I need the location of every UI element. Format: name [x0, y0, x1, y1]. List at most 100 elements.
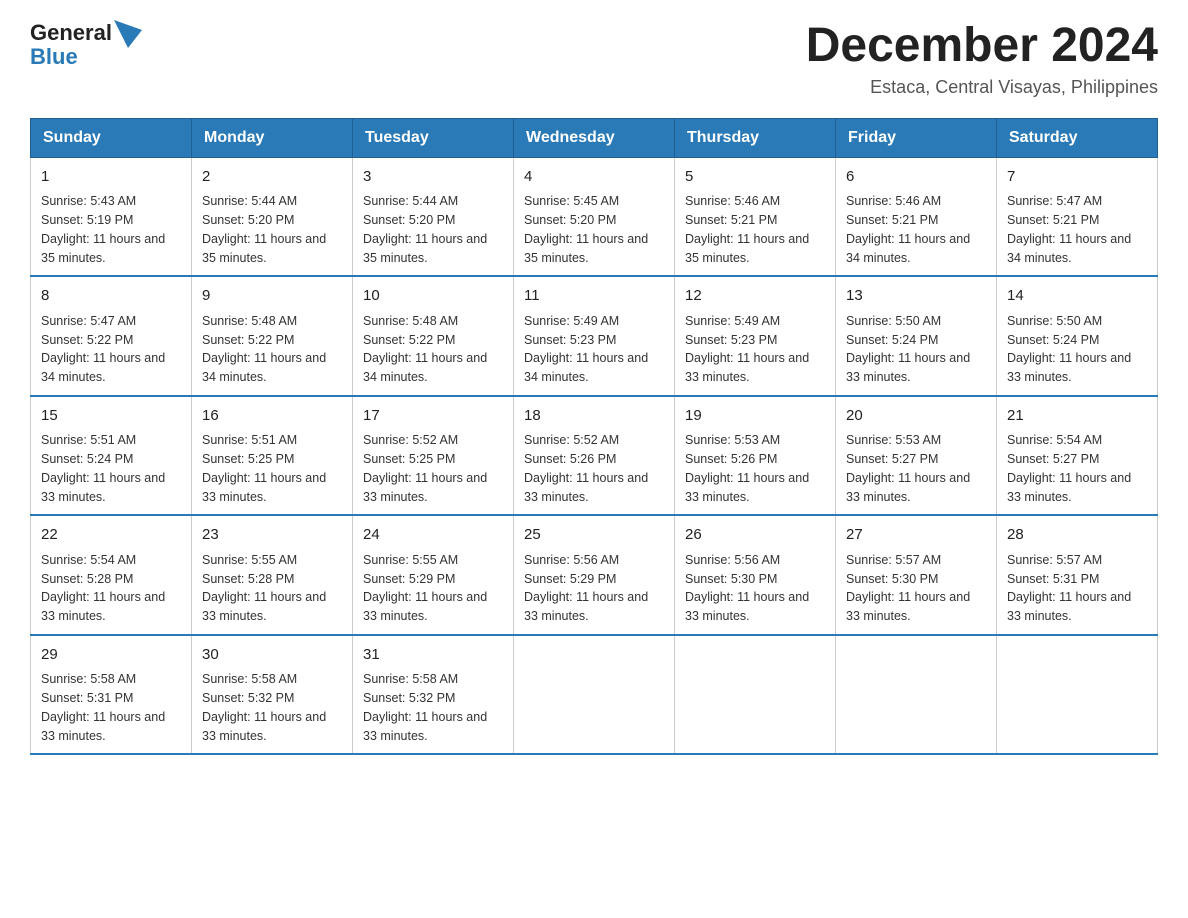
- day-info: Sunrise: 5:48 AMSunset: 5:22 PMDaylight:…: [202, 312, 342, 387]
- day-info: Sunrise: 5:51 AMSunset: 5:24 PMDaylight:…: [41, 431, 181, 506]
- day-number: 28: [1007, 524, 1147, 547]
- day-number: 29: [41, 644, 181, 667]
- day-info: Sunrise: 5:56 AMSunset: 5:29 PMDaylight:…: [524, 551, 664, 626]
- day-number: 5: [685, 166, 825, 189]
- day-info: Sunrise: 5:45 AMSunset: 5:20 PMDaylight:…: [524, 192, 664, 267]
- day-number: 26: [685, 524, 825, 547]
- header-saturday: Saturday: [997, 118, 1158, 157]
- calendar-cell: 21 Sunrise: 5:54 AMSunset: 5:27 PMDaylig…: [997, 396, 1158, 516]
- day-number: 2: [202, 166, 342, 189]
- day-number: 21: [1007, 405, 1147, 428]
- day-info: Sunrise: 5:58 AMSunset: 5:31 PMDaylight:…: [41, 670, 181, 745]
- header-friday: Friday: [836, 118, 997, 157]
- calendar-cell: [514, 635, 675, 755]
- day-number: 11: [524, 285, 664, 308]
- calendar-table: Sunday Monday Tuesday Wednesday Thursday…: [30, 118, 1158, 756]
- day-number: 25: [524, 524, 664, 547]
- day-number: 13: [846, 285, 986, 308]
- calendar-cell: 31 Sunrise: 5:58 AMSunset: 5:32 PMDaylig…: [353, 635, 514, 755]
- calendar-cell: 20 Sunrise: 5:53 AMSunset: 5:27 PMDaylig…: [836, 396, 997, 516]
- day-info: Sunrise: 5:44 AMSunset: 5:20 PMDaylight:…: [363, 192, 503, 267]
- calendar-cell: 25 Sunrise: 5:56 AMSunset: 5:29 PMDaylig…: [514, 515, 675, 635]
- day-number: 30: [202, 644, 342, 667]
- calendar-cell: 26 Sunrise: 5:56 AMSunset: 5:30 PMDaylig…: [675, 515, 836, 635]
- day-info: Sunrise: 5:54 AMSunset: 5:28 PMDaylight:…: [41, 551, 181, 626]
- day-info: Sunrise: 5:50 AMSunset: 5:24 PMDaylight:…: [846, 312, 986, 387]
- calendar-cell: 5 Sunrise: 5:46 AMSunset: 5:21 PMDayligh…: [675, 157, 836, 276]
- title-block: December 2024 Estaca, Central Visayas, P…: [806, 20, 1158, 98]
- calendar-week-row: 1 Sunrise: 5:43 AMSunset: 5:19 PMDayligh…: [31, 157, 1158, 276]
- day-number: 15: [41, 405, 181, 428]
- calendar-cell: 19 Sunrise: 5:53 AMSunset: 5:26 PMDaylig…: [675, 396, 836, 516]
- day-info: Sunrise: 5:55 AMSunset: 5:28 PMDaylight:…: [202, 551, 342, 626]
- day-info: Sunrise: 5:48 AMSunset: 5:22 PMDaylight:…: [363, 312, 503, 387]
- calendar-cell: 23 Sunrise: 5:55 AMSunset: 5:28 PMDaylig…: [192, 515, 353, 635]
- calendar-cell: 3 Sunrise: 5:44 AMSunset: 5:20 PMDayligh…: [353, 157, 514, 276]
- calendar-cell: 2 Sunrise: 5:44 AMSunset: 5:20 PMDayligh…: [192, 157, 353, 276]
- day-info: Sunrise: 5:47 AMSunset: 5:21 PMDaylight:…: [1007, 192, 1147, 267]
- calendar-cell: 12 Sunrise: 5:49 AMSunset: 5:23 PMDaylig…: [675, 276, 836, 396]
- day-number: 16: [202, 405, 342, 428]
- day-info: Sunrise: 5:49 AMSunset: 5:23 PMDaylight:…: [524, 312, 664, 387]
- calendar-cell: 8 Sunrise: 5:47 AMSunset: 5:22 PMDayligh…: [31, 276, 192, 396]
- day-number: 6: [846, 166, 986, 189]
- calendar-cell: 9 Sunrise: 5:48 AMSunset: 5:22 PMDayligh…: [192, 276, 353, 396]
- calendar-week-row: 22 Sunrise: 5:54 AMSunset: 5:28 PMDaylig…: [31, 515, 1158, 635]
- day-info: Sunrise: 5:55 AMSunset: 5:29 PMDaylight:…: [363, 551, 503, 626]
- calendar-week-row: 15 Sunrise: 5:51 AMSunset: 5:24 PMDaylig…: [31, 396, 1158, 516]
- calendar-cell: 13 Sunrise: 5:50 AMSunset: 5:24 PMDaylig…: [836, 276, 997, 396]
- day-info: Sunrise: 5:44 AMSunset: 5:20 PMDaylight:…: [202, 192, 342, 267]
- day-number: 10: [363, 285, 503, 308]
- calendar-cell: 18 Sunrise: 5:52 AMSunset: 5:26 PMDaylig…: [514, 396, 675, 516]
- calendar-cell: 11 Sunrise: 5:49 AMSunset: 5:23 PMDaylig…: [514, 276, 675, 396]
- calendar-cell: 30 Sunrise: 5:58 AMSunset: 5:32 PMDaylig…: [192, 635, 353, 755]
- calendar-cell: 22 Sunrise: 5:54 AMSunset: 5:28 PMDaylig…: [31, 515, 192, 635]
- header-sunday: Sunday: [31, 118, 192, 157]
- day-number: 19: [685, 405, 825, 428]
- header-thursday: Thursday: [675, 118, 836, 157]
- day-number: 22: [41, 524, 181, 547]
- calendar-cell: 15 Sunrise: 5:51 AMSunset: 5:24 PMDaylig…: [31, 396, 192, 516]
- logo: General Blue: [30, 20, 142, 70]
- calendar-week-row: 29 Sunrise: 5:58 AMSunset: 5:31 PMDaylig…: [31, 635, 1158, 755]
- day-number: 24: [363, 524, 503, 547]
- day-number: 4: [524, 166, 664, 189]
- day-info: Sunrise: 5:53 AMSunset: 5:27 PMDaylight:…: [846, 431, 986, 506]
- day-number: 18: [524, 405, 664, 428]
- day-number: 14: [1007, 285, 1147, 308]
- calendar-cell: 27 Sunrise: 5:57 AMSunset: 5:30 PMDaylig…: [836, 515, 997, 635]
- header-monday: Monday: [192, 118, 353, 157]
- day-info: Sunrise: 5:58 AMSunset: 5:32 PMDaylight:…: [202, 670, 342, 745]
- day-number: 9: [202, 285, 342, 308]
- day-info: Sunrise: 5:50 AMSunset: 5:24 PMDaylight:…: [1007, 312, 1147, 387]
- day-info: Sunrise: 5:46 AMSunset: 5:21 PMDaylight:…: [846, 192, 986, 267]
- day-number: 17: [363, 405, 503, 428]
- day-number: 8: [41, 285, 181, 308]
- day-number: 3: [363, 166, 503, 189]
- calendar-cell: 4 Sunrise: 5:45 AMSunset: 5:20 PMDayligh…: [514, 157, 675, 276]
- day-info: Sunrise: 5:46 AMSunset: 5:21 PMDaylight:…: [685, 192, 825, 267]
- day-number: 12: [685, 285, 825, 308]
- calendar-cell: 24 Sunrise: 5:55 AMSunset: 5:29 PMDaylig…: [353, 515, 514, 635]
- header-tuesday: Tuesday: [353, 118, 514, 157]
- day-number: 23: [202, 524, 342, 547]
- day-info: Sunrise: 5:56 AMSunset: 5:30 PMDaylight:…: [685, 551, 825, 626]
- calendar-cell: [675, 635, 836, 755]
- calendar-title: December 2024: [806, 20, 1158, 73]
- calendar-week-row: 8 Sunrise: 5:47 AMSunset: 5:22 PMDayligh…: [31, 276, 1158, 396]
- calendar-header-row: Sunday Monday Tuesday Wednesday Thursday…: [31, 118, 1158, 157]
- day-info: Sunrise: 5:49 AMSunset: 5:23 PMDaylight:…: [685, 312, 825, 387]
- calendar-cell: 29 Sunrise: 5:58 AMSunset: 5:31 PMDaylig…: [31, 635, 192, 755]
- day-info: Sunrise: 5:57 AMSunset: 5:31 PMDaylight:…: [1007, 551, 1147, 626]
- day-info: Sunrise: 5:57 AMSunset: 5:30 PMDaylight:…: [846, 551, 986, 626]
- page-header: General Blue December 2024 Estaca, Centr…: [30, 20, 1158, 98]
- day-number: 31: [363, 644, 503, 667]
- calendar-cell: 16 Sunrise: 5:51 AMSunset: 5:25 PMDaylig…: [192, 396, 353, 516]
- calendar-cell: [836, 635, 997, 755]
- calendar-cell: 1 Sunrise: 5:43 AMSunset: 5:19 PMDayligh…: [31, 157, 192, 276]
- day-number: 20: [846, 405, 986, 428]
- calendar-cell: 6 Sunrise: 5:46 AMSunset: 5:21 PMDayligh…: [836, 157, 997, 276]
- day-info: Sunrise: 5:54 AMSunset: 5:27 PMDaylight:…: [1007, 431, 1147, 506]
- day-info: Sunrise: 5:52 AMSunset: 5:25 PMDaylight:…: [363, 431, 503, 506]
- calendar-cell: [997, 635, 1158, 755]
